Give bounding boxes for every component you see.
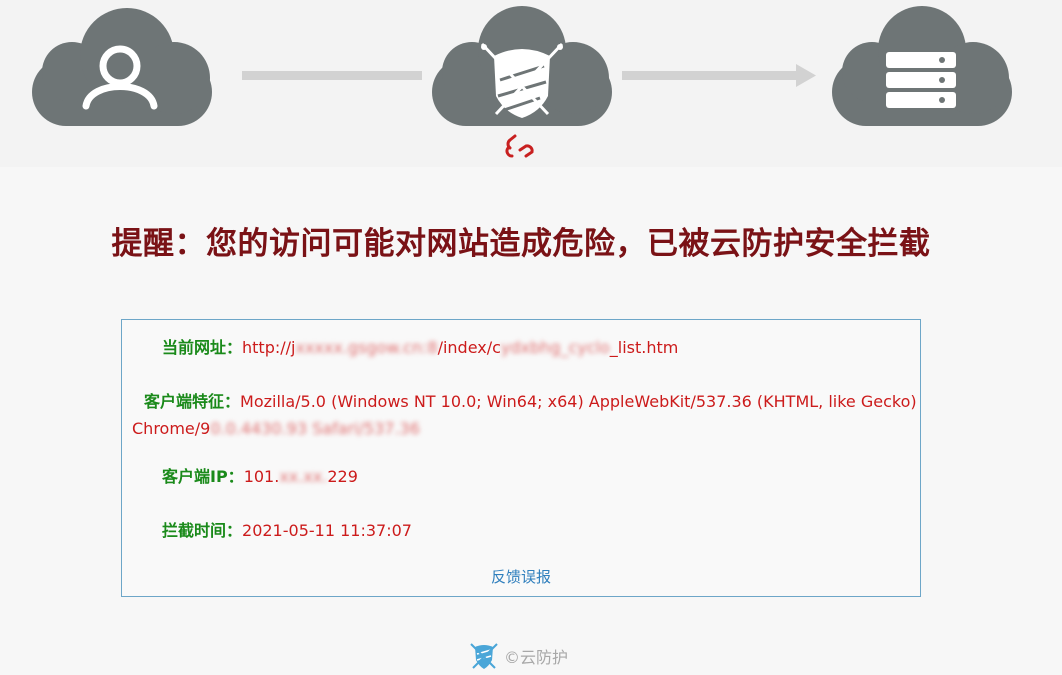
time-row: 拦截时间：2021-05-11 11:37:07 <box>162 517 412 544</box>
url-blurred-path: ydxbhg_cyclo <box>500 338 610 357</box>
time-value: 2021-05-11 11:37:07 <box>242 521 412 540</box>
url-value-suffix: _list.htm <box>609 338 679 357</box>
ip-row: 客户端IP：101.xx.xx.229 <box>162 463 358 490</box>
shield-cloud-icon <box>432 6 612 126</box>
time-label: 拦截时间： <box>162 521 243 540</box>
footer-brand: ©云防护 <box>468 640 568 672</box>
url-value-mid: /index/c <box>437 338 501 357</box>
ip-prefix: 101. <box>243 467 280 486</box>
url-value-prefix: http://j <box>242 338 296 357</box>
ua-label: 客户端特征： <box>144 392 241 411</box>
ua-value-line2: Chrome/9 <box>132 419 211 438</box>
shield-logo-icon <box>470 643 498 669</box>
block-info-box: 当前网址：http://jxxxxx.gsgow.cn:8/index/cydx… <box>121 319 921 597</box>
feedback-link[interactable]: 反馈误报 <box>122 566 920 587</box>
url-blurred-host: xxxxx.gsgow.cn:8 <box>295 338 438 357</box>
flow-arrow-2 <box>622 64 816 87</box>
flow-banner <box>0 0 1062 167</box>
ip-label: 客户端IP： <box>162 467 244 486</box>
url-row: 当前网址：http://jxxxxx.gsgow.cn:8/index/cydx… <box>162 334 678 361</box>
ip-suffix: 229 <box>327 467 358 486</box>
user-cloud-icon <box>32 8 212 126</box>
page-title: 提醒：您的访问可能对网站造成危险，已被云防护安全拦截 <box>111 226 931 262</box>
ip-blurred: xx.xx. <box>279 467 328 486</box>
footer-brand-text: ©云防护 <box>504 648 569 667</box>
broken-link-icon <box>505 134 534 158</box>
server-cloud-icon <box>832 6 1012 126</box>
url-label: 当前网址： <box>162 338 243 357</box>
ua-value-line1: Mozilla/5.0 (Windows NT 10.0; Win64; x64… <box>240 392 917 411</box>
flow-line-1 <box>242 71 422 80</box>
ua-row-2: Chrome/90.0.4430.93 Safari/537.36 <box>132 415 420 442</box>
ua-blurred: 0.0.4430.93 Safari/537.36 <box>210 419 420 438</box>
ua-row-1: 客户端特征：Mozilla/5.0 (Windows NT 10.0; Win6… <box>144 388 917 415</box>
